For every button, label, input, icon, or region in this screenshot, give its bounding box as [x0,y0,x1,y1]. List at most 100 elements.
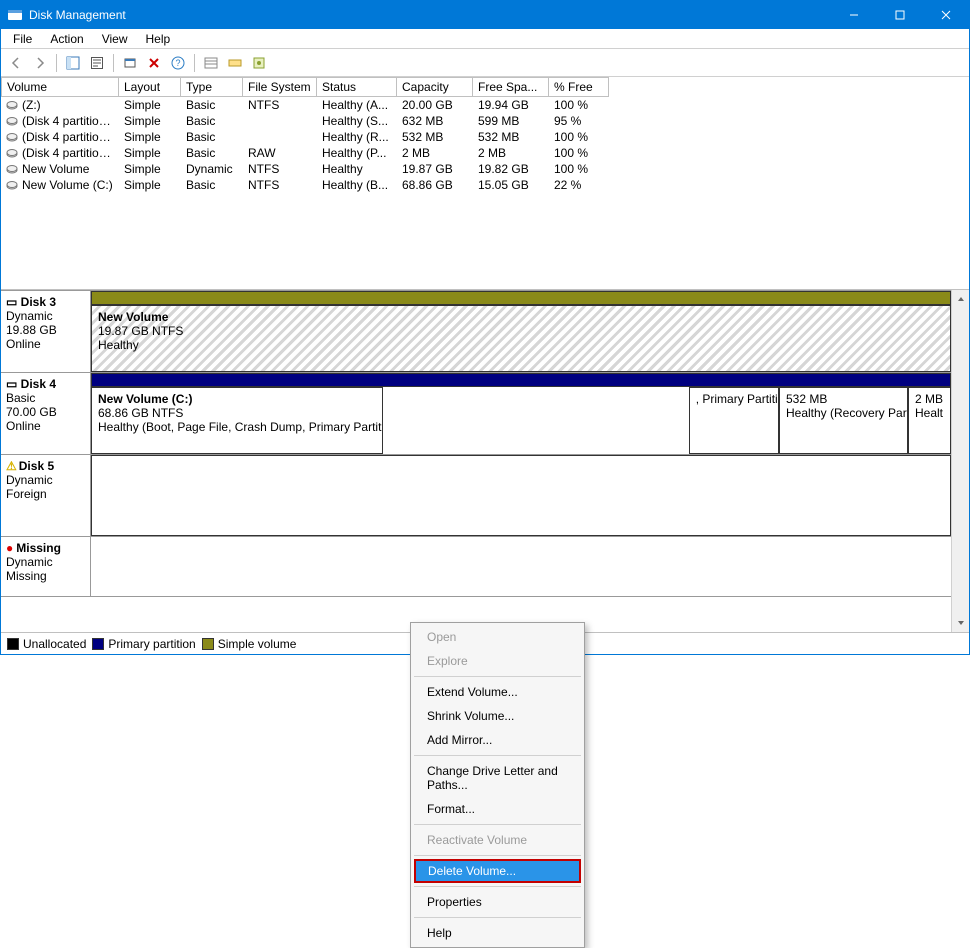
disk-name: Missing [16,541,61,555]
cell-volume: (Disk 4 partition 3) [1,129,119,145]
disk-kind: Dynamic [6,473,85,487]
volume-row[interactable]: (Disk 4 partition 3)SimpleBasicHealthy (… [1,129,969,145]
ctx-reactivate: Reactivate Volume [413,828,582,852]
disk-state: Online [6,337,85,351]
disk-label[interactable]: Disk 5 Dynamic Foreign [1,455,91,536]
delete-button[interactable] [143,52,165,74]
col-status[interactable]: Status [317,77,397,97]
col-free[interactable]: Free Spa... [473,77,549,97]
forward-button[interactable] [29,52,51,74]
graphical-button[interactable] [224,52,246,74]
cell-layout: Simple [119,129,181,145]
disk-name: Disk 5 [19,459,54,473]
partition-size: 532 MB [786,392,901,406]
cell-capacity: 20.00 GB [397,97,473,113]
partition-status: Healthy (Boot, Page File, Crash Dump, Pr… [98,420,376,434]
toolbar-sep [194,54,195,72]
volume-row[interactable]: New VolumeSimpleDynamicNTFSHealthy19.87 … [1,161,969,177]
partition-status: Healt [915,406,944,420]
swatch-black [7,638,19,650]
ctx-explore: Explore [413,649,582,673]
ctx-sep [414,755,581,756]
cell-capacity: 68.86 GB [397,177,473,193]
col-fs[interactable]: File System [243,77,317,97]
menu-action[interactable]: Action [42,30,91,48]
cell-layout: Simple [119,145,181,161]
partition-name: New Volume (C:) [98,392,376,406]
disk-icon: ▭ [6,295,21,309]
disk-kind: Basic [6,391,85,405]
disk-icon: ▭ [6,377,21,391]
disk-body [91,537,951,596]
ctx-sep [414,824,581,825]
maximize-button[interactable] [877,1,923,29]
volume-row[interactable]: New Volume (C:)SimpleBasicNTFSHealthy (B… [1,177,969,193]
cell-free: 2 MB [473,145,549,161]
disk-kind: Dynamic [6,555,85,569]
scroll-track[interactable] [952,308,969,614]
ctx-paths[interactable]: Change Drive Letter and Paths... [413,759,582,797]
cell-status: Healthy [317,161,397,177]
partition[interactable]: 532 MBHealthy (Recovery Partition) [779,387,908,454]
disk-capacity-bar [91,291,951,305]
ctx-properties[interactable]: Properties [413,890,582,914]
menu-view[interactable]: View [94,30,136,48]
scroll-up-icon[interactable] [952,290,969,308]
show-hide-tree-button[interactable] [62,52,84,74]
cell-status: Healthy (S... [317,113,397,129]
disk-row-disk4: ▭ Disk 4 Basic 70.00 GB Online New Volum… [1,373,951,455]
partition[interactable]: , Primary Partition) [689,387,779,454]
disk-row-missing: Missing Dynamic Missing [1,537,951,597]
cell-pct: 100 % [549,145,609,161]
menubar: File Action View Help [1,29,969,49]
disk-label[interactable]: ▭ Disk 4 Basic 70.00 GB Online [1,373,91,454]
volume-list-header: Volume Layout Type File System Status Ca… [1,77,969,97]
ctx-format[interactable]: Format... [413,797,582,821]
partition-name: New Volume [98,310,944,324]
cell-fs [243,113,317,129]
refresh-button[interactable] [119,52,141,74]
partition[interactable]: 2 MBHealt [908,387,951,454]
volume-row[interactable]: (Z:)SimpleBasicNTFSHealthy (A...20.00 GB… [1,97,969,113]
settings-button[interactable] [248,52,270,74]
menu-help[interactable]: Help [138,30,179,48]
volume-row[interactable]: (Disk 4 partition 2)SimpleBasicHealthy (… [1,113,969,129]
ctx-extend[interactable]: Extend Volume... [413,680,582,704]
ctx-sep [414,917,581,918]
ctx-delete-volume[interactable]: Delete Volume... [414,859,581,883]
cell-capacity: 632 MB [397,113,473,129]
close-button[interactable] [923,1,969,29]
ctx-shrink[interactable]: Shrink Volume... [413,704,582,728]
empty-partition [91,537,951,596]
minimize-button[interactable] [831,1,877,29]
disk-label[interactable]: Missing Dynamic Missing [1,537,91,596]
cell-capacity: 19.87 GB [397,161,473,177]
col-type[interactable]: Type [181,77,243,97]
col-volume[interactable]: Volume [1,77,119,97]
scroll-down-icon[interactable] [952,614,969,632]
back-button[interactable] [5,52,27,74]
vertical-scrollbar[interactable] [951,290,969,632]
cell-type: Basic [181,145,243,161]
volume-list-body[interactable]: (Z:)SimpleBasicNTFSHealthy (A...20.00 GB… [1,97,969,289]
cell-pct: 95 % [549,113,609,129]
volume-row[interactable]: (Disk 4 partition 4)SimpleBasicRAWHealth… [1,145,969,161]
disk-body: New Volume (C:)68.86 GB NTFSHealthy (Boo… [91,373,951,454]
partition-size: 68.86 GB NTFS [98,406,376,420]
help-button[interactable]: ? [167,52,189,74]
list-button[interactable] [200,52,222,74]
disk-label[interactable]: ▭ Disk 3 Dynamic 19.88 GB Online [1,291,91,372]
properties-button[interactable] [86,52,108,74]
ctx-mirror[interactable]: Add Mirror... [413,728,582,752]
empty-partition[interactable] [91,455,951,536]
menu-file[interactable]: File [5,30,40,48]
partition[interactable]: New Volume19.87 GB NTFSHealthy [91,305,951,372]
col-layout[interactable]: Layout [119,77,181,97]
col-capacity[interactable]: Capacity [397,77,473,97]
col-pct[interactable]: % Free [549,77,609,97]
partition[interactable]: New Volume (C:)68.86 GB NTFSHealthy (Boo… [91,387,383,454]
partition-status: Healthy [98,338,944,352]
cell-free: 19.94 GB [473,97,549,113]
disk-name: Disk 4 [21,377,56,391]
ctx-help[interactable]: Help [413,921,582,945]
